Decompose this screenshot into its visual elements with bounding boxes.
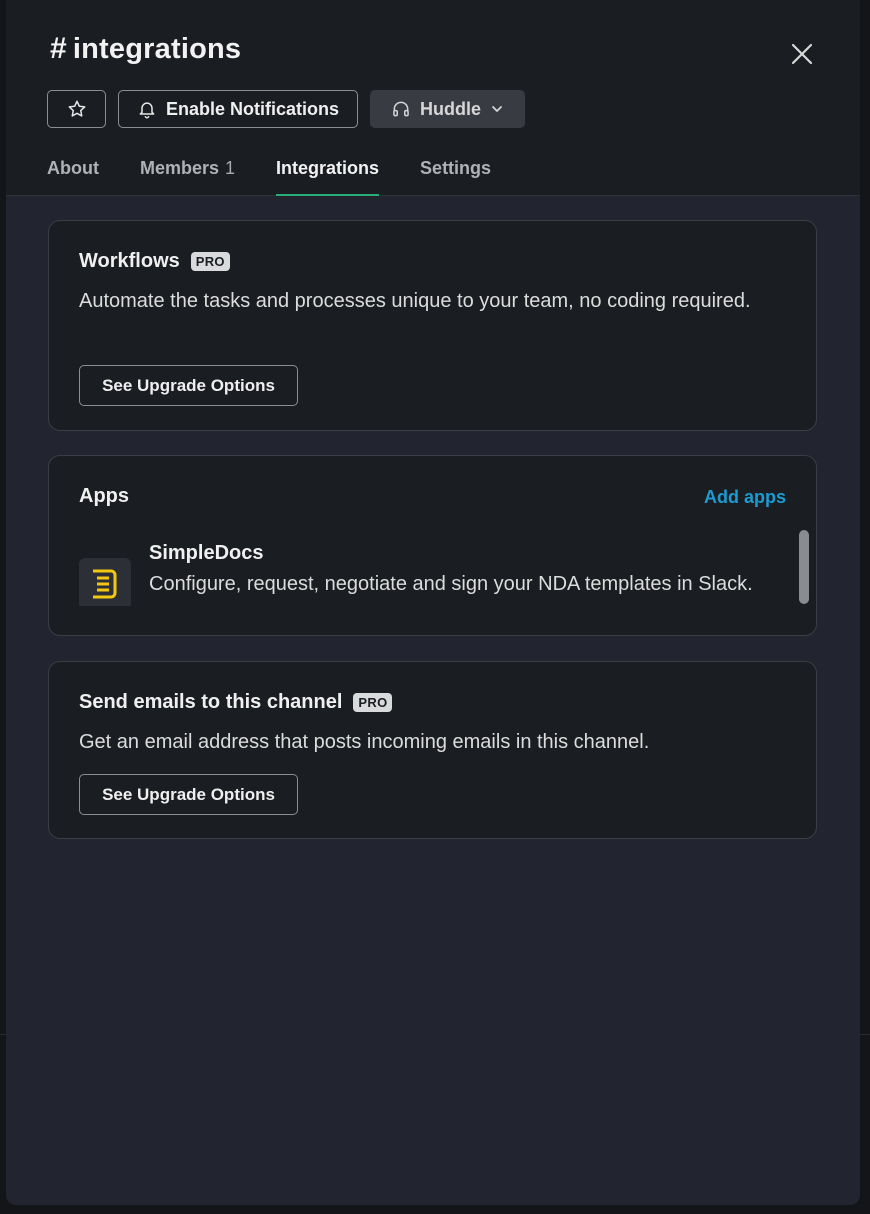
huddle-label: Huddle [420,98,482,119]
tab-settings[interactable]: Settings [420,158,491,195]
tab-about-label: About [47,158,99,178]
channel-details-modal: # integrations Enable Notifications Hudd… [6,0,860,1205]
tab-settings-label: Settings [420,158,492,178]
star-icon [68,100,85,117]
enable-notifications-button[interactable]: Enable Notifications [118,90,359,128]
app-text: SimpleDocs Configure, request, negotiate… [149,534,753,606]
headphones-icon [393,101,409,117]
modal-header: # integrations Enable Notifications Hudd… [6,0,860,196]
channel-tabs: About Members 1 Integrations Settings [47,158,491,196]
list-item[interactable]: SimpleDocs Configure, request, negotiate… [79,534,779,606]
channel-hash: # [50,32,67,65]
star-channel-button[interactable] [47,90,106,128]
emails-title: Send emails to this channel PRO [79,691,393,714]
members-count: 1 [225,158,236,178]
close-button[interactable] [786,38,818,70]
emails-title-text: Send emails to this channel [79,691,343,713]
workflows-title-text: Workflows [79,250,180,272]
simpledocs-icon [79,558,131,606]
tab-integrations-label: Integrations [276,158,380,178]
add-apps-link[interactable]: Add apps [704,487,786,508]
emails-description: Get an email address that posts incoming… [79,731,650,753]
enable-notifications-label: Enable Notifications [166,98,340,119]
tab-members-label: Members [139,158,220,178]
app-description: Configure, request, negotiate and sign y… [149,573,753,595]
tab-integrations[interactable]: Integrations [276,158,380,196]
emails-upgrade-button[interactable]: See Upgrade Options [79,774,298,815]
chevron-down-icon [492,106,502,112]
close-icon [791,43,813,65]
pro-badge: PRO [190,252,230,271]
apps-card: Apps Add apps SimpleDocs Configure, requ… [48,455,817,636]
workflows-card: Workflows PRO Automate the tasks and pro… [48,220,817,431]
workflows-upgrade-button[interactable]: See Upgrade Options [79,365,298,406]
apps-title: Apps [79,485,129,508]
channel-title: # integrations [50,32,241,66]
app-name: SimpleDocs [149,542,264,564]
document-lines-icon [93,569,117,599]
tab-members[interactable]: Members 1 [140,158,235,195]
pro-badge: PRO [353,693,393,712]
header-actions: Enable Notifications Huddle [47,90,526,128]
workflows-description: Automate the tasks and processes unique … [79,290,751,312]
apps-title-text: Apps [79,485,129,507]
apps-scrollbar[interactable] [799,530,809,604]
emails-card: Send emails to this channel PRO Get an e… [48,661,817,839]
bell-icon [139,102,155,119]
tab-about[interactable]: About [47,158,99,195]
huddle-button[interactable]: Huddle [370,90,526,128]
app-list: SimpleDocs Configure, request, negotiate… [79,534,779,606]
channel-name: integrations [72,32,242,65]
workflows-title: Workflows PRO [79,250,230,273]
